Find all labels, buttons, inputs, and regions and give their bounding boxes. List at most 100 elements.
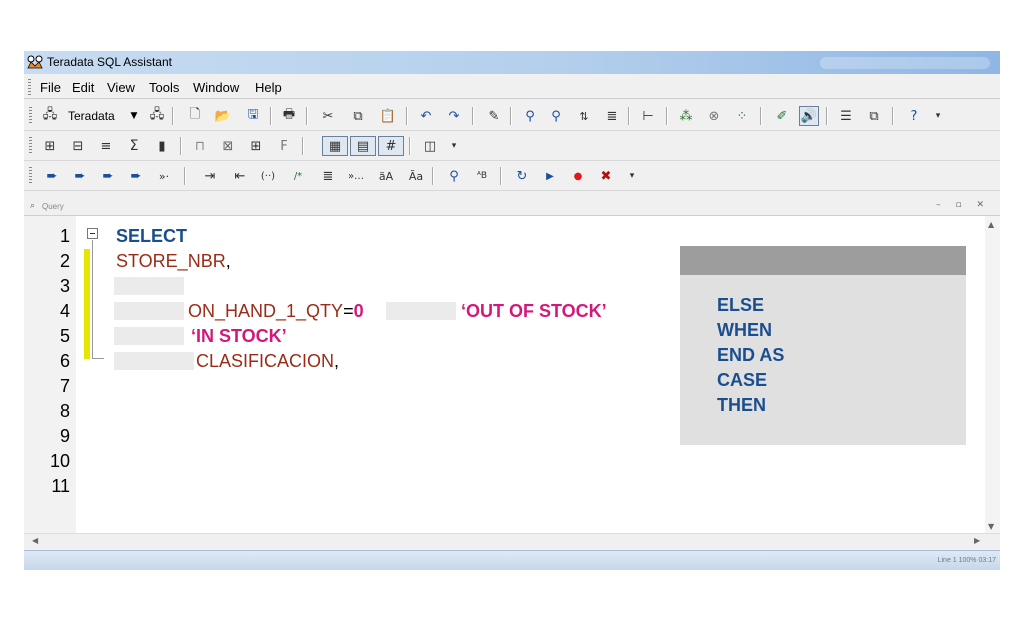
datasource-combo[interactable]: Teradata [68,107,115,125]
window-icon[interactable]: ⧉ [864,106,884,126]
scroll-up-icon[interactable]: ▲ [988,220,994,229]
menu-window[interactable]: Window [193,80,239,95]
blank-slot[interactable] [386,302,456,320]
align-icon[interactable]: ≣ [318,166,338,186]
abort-icon[interactable]: ⊗ [704,106,724,126]
explain-icon[interactable]: ⁘ [732,106,752,126]
tree-icon[interactable]: ⊢ [638,106,658,126]
record-icon[interactable]: ● [568,166,588,186]
scroll-down-icon[interactable]: ▼ [988,522,994,531]
parentheses-icon[interactable]: (··) [258,166,278,186]
sum-icon[interactable]: Σ [124,136,144,156]
execute-parallel-icon[interactable]: ⁂ [676,106,696,126]
sound-icon[interactable]: 🔊 [799,106,819,126]
option-case[interactable]: CASE [717,368,767,393]
toolbar-separator [184,167,186,185]
grid-view-icon[interactable]: ▦ [322,136,348,156]
option-when[interactable]: WHEN [717,318,772,343]
arrow-right-icon[interactable]: ➨ [42,166,62,186]
scroll-right-icon[interactable]: ▶ [974,536,980,545]
save-icon[interactable]: 🖫 [243,106,263,126]
undo-icon[interactable]: ↶ [416,106,436,126]
print-icon[interactable]: 🖶 [279,106,299,126]
find-icon[interactable]: ⚲ [520,106,540,126]
toolbar-overflow-icon[interactable]: ▾ [928,106,948,126]
disconnect-icon[interactable]: 🖧 [147,106,167,126]
toolbar-grip[interactable] [29,167,32,185]
query-icon: ⌕ [30,201,36,211]
blank-slot[interactable] [114,302,184,320]
help-icon[interactable]: ? [904,106,924,126]
pane-window-buttons[interactable]: – ▫ ✕ [936,200,990,210]
toolbar-grip[interactable] [29,107,32,125]
menu-tools[interactable]: Tools [149,80,179,95]
outdent-icon[interactable]: ⇤ [230,166,250,186]
comment-icon[interactable]: /* [288,166,308,186]
option-then[interactable]: THEN [717,393,766,418]
chevron-down-icon[interactable]: ▼ [127,107,141,125]
arrow-next-icon[interactable]: ➨ [70,166,90,186]
record-view-icon[interactable]: ▤ [350,136,376,156]
filter-icon[interactable]: ⊓ [190,136,210,156]
format-icon[interactable]: ≣ [602,106,622,126]
sql-punct: , [334,351,340,371]
sort-icon[interactable]: ⇅ [574,106,594,126]
blank-slot[interactable] [114,352,194,370]
ab-icon[interactable]: ᴬB [472,166,492,186]
vertical-scrollbar[interactable]: ▲ ▼ [985,216,1000,533]
layout-icon[interactable]: ☰ [836,106,856,126]
case-icon[interactable]: ãA [376,166,396,186]
blank-slot[interactable] [114,277,184,295]
indent-icon[interactable]: ⇥ [200,166,220,186]
replace-icon[interactable]: »… [346,166,366,186]
option-else[interactable]: ELSE [717,293,764,318]
column-icon[interactable]: ⊠ [218,136,238,156]
code-line-4: ON_HAND_1_QTY=0 [188,299,364,324]
refresh-icon[interactable]: ↻ [512,166,532,186]
menu-view[interactable]: View [107,80,135,95]
arrow-up-icon[interactable]: ➨ [98,166,118,186]
find-next-icon[interactable]: ⚲ [546,106,566,126]
columns-icon[interactable]: ◫ [420,136,440,156]
query-editor[interactable]: 1 2 3 4 5 6 7 8 9 10 11 SELECT STORE_NBR… [24,216,985,533]
blank-slot[interactable] [114,327,184,345]
menu-file[interactable]: File [40,80,61,95]
option-end-as[interactable]: END AS [717,343,784,368]
arrow-skip-icon[interactable]: ➨ [126,166,146,186]
toolbar-separator [270,107,272,125]
cut-icon[interactable]: ✂ [318,106,338,126]
chart-icon[interactable]: ▮ [152,136,172,156]
import-icon[interactable]: ⊞ [40,136,60,156]
toolbar-separator [180,137,182,155]
fold-guide-line [92,240,93,359]
open-folder-icon[interactable]: 📂 [213,106,233,126]
collapse-icon[interactable] [87,228,98,239]
gridlines-icon[interactable]: # [378,136,404,156]
toolbar-overflow-icon[interactable]: ▾ [622,166,642,186]
grid-icon[interactable]: ⊞ [246,136,266,156]
toolbar-grip[interactable] [29,137,32,155]
status-text: Line 1 100% 03:17 [937,557,996,564]
menu-help[interactable]: Help [255,80,282,95]
export-icon[interactable]: ⊟ [68,136,88,156]
play-icon[interactable]: ▶ [540,166,560,186]
toolbar-separator [409,137,411,155]
redo-icon[interactable]: ↷ [444,106,464,126]
edit-icon[interactable]: ✎ [484,106,504,126]
menu-grip[interactable] [28,79,31,95]
copy-icon[interactable]: ⧉ [348,106,368,126]
more-icon[interactable]: »· [154,166,174,186]
bookmark-icon[interactable]: ⚲ [444,166,464,186]
pencil-icon[interactable]: ✐ [772,106,792,126]
clear-icon[interactable]: ✖ [596,166,616,186]
connect-icon[interactable]: 🖧 [40,106,60,126]
toolbar-overflow-icon[interactable]: ▾ [444,136,464,156]
new-file-icon[interactable]: 🗋 [185,106,205,126]
menu-edit[interactable]: Edit [72,80,94,95]
group-icon[interactable]: ≡ [96,136,116,156]
paste-icon[interactable]: 📋 [378,106,398,126]
function-icon[interactable]: F [274,136,294,156]
horizontal-scrollbar[interactable]: ◀ ▶ [24,533,1000,550]
case-lower-icon[interactable]: Ãa [406,166,426,186]
scroll-left-icon[interactable]: ◀ [32,536,38,545]
